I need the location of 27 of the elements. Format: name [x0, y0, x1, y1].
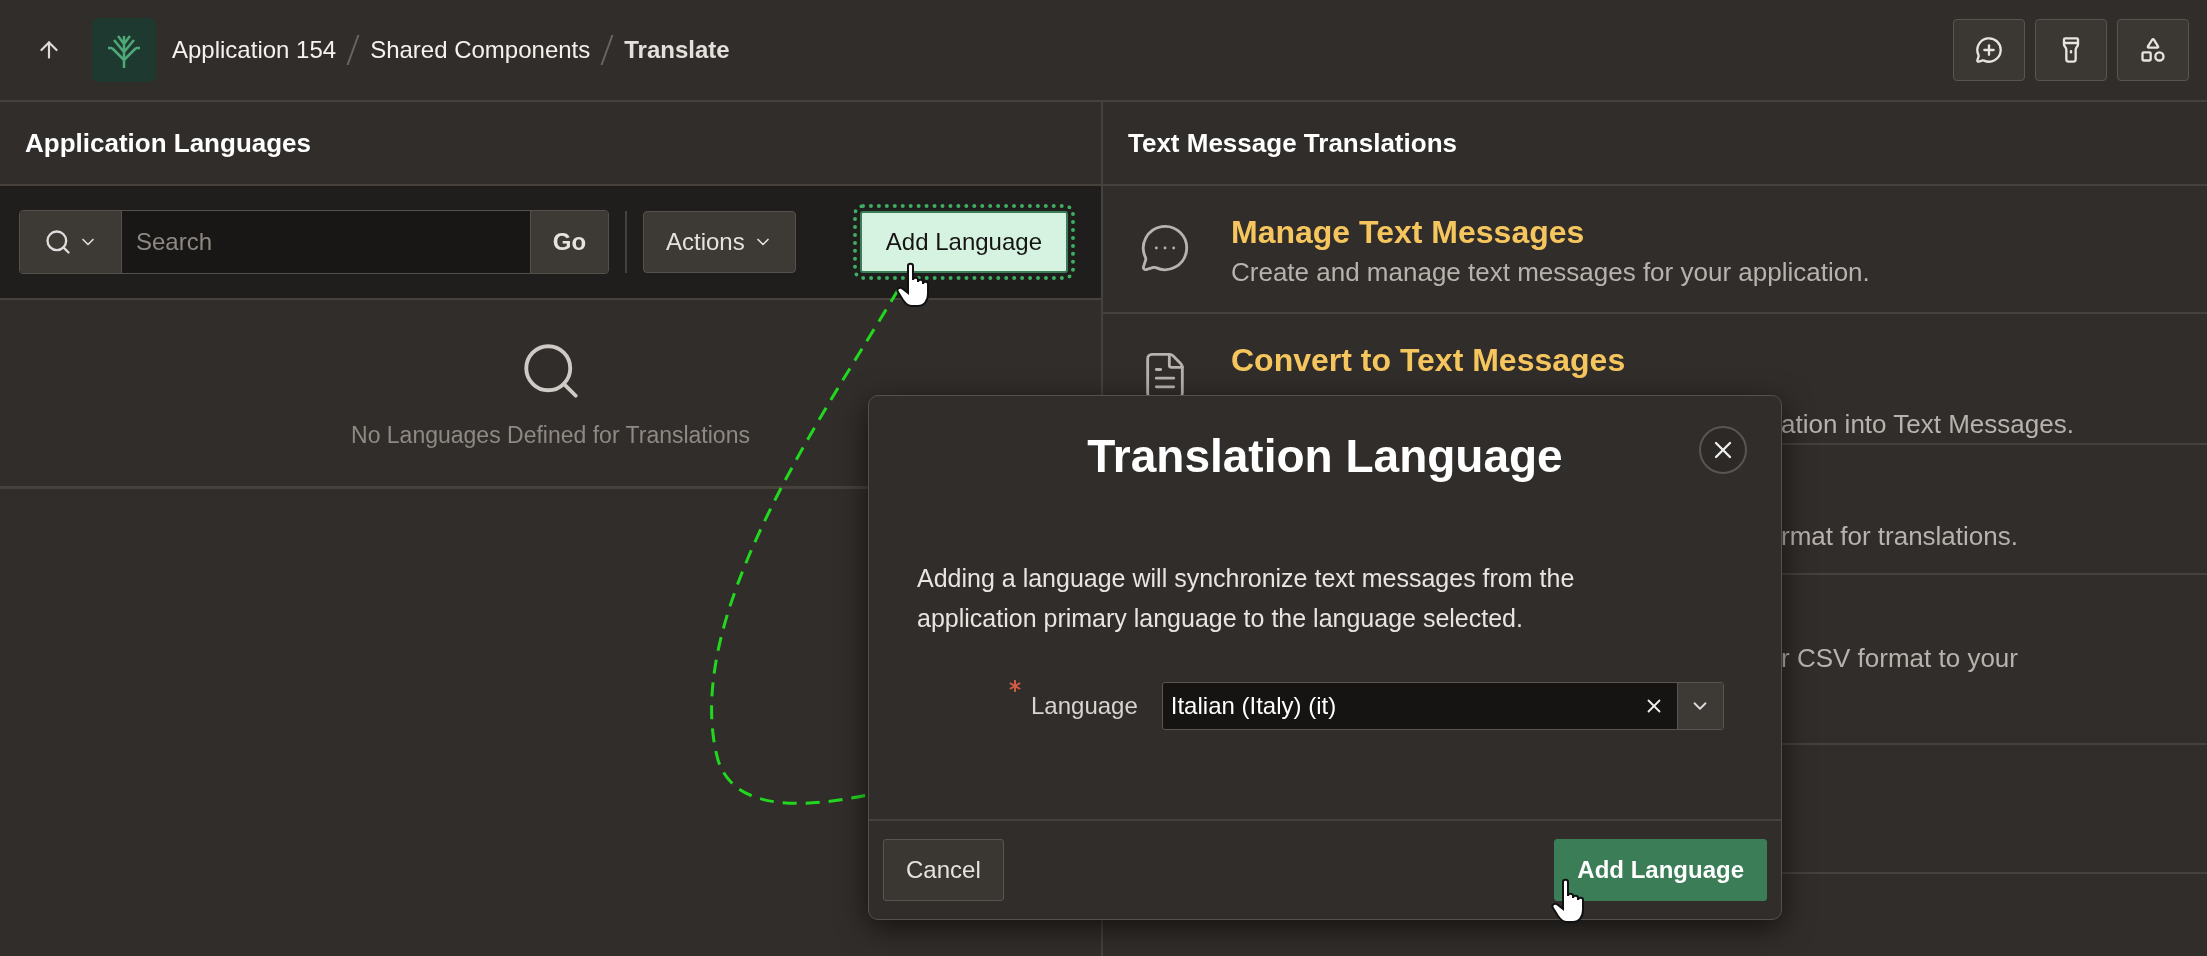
app-logo-icon[interactable] — [92, 18, 156, 82]
row-description: ation into Text Messages. — [1781, 409, 2074, 440]
add-language-button[interactable]: Add Language — [1554, 839, 1767, 901]
field-label: Language — [1031, 691, 1138, 721]
shapes-button[interactable] — [2117, 19, 2189, 81]
breadcrumb-link[interactable]: Translate — [624, 36, 730, 64]
row-description: rmat for translations. — [1781, 521, 2018, 552]
actions-button[interactable]: Actions — [643, 211, 796, 273]
row-title-link[interactable]: Convert to Text Messages — [1231, 342, 2074, 379]
row-description: r CSV format to your — [1781, 643, 2018, 674]
panel-title: Application Languages — [25, 127, 312, 159]
breadcrumb-link[interactable]: Shared Components — [370, 36, 591, 64]
row-title-link[interactable]: Manage Text Messages — [1231, 214, 1870, 251]
chat-bubble-icon — [1139, 222, 1191, 274]
close-button[interactable] — [1699, 426, 1747, 474]
language-select[interactable]: Italian (Italy) (it) — [1161, 682, 1724, 730]
breadcrumb-link[interactable]: Application 154 — [172, 36, 337, 64]
panel-title: Text Message Translations — [1128, 127, 1457, 159]
add-comment-button[interactable] — [1953, 19, 2025, 81]
flashlight-button[interactable] — [2035, 19, 2107, 81]
row-description: Create and manage text messages for your application. — [1231, 257, 1870, 288]
cancel-button[interactable]: Cancel — [883, 839, 1004, 901]
dialog-title: Translation Language — [1087, 429, 1563, 483]
empty-message: No Languages Defined for Translations — [351, 421, 750, 449]
dialog-message: Adding a language will synchronize text messages from the application primary language to the language selected. — [917, 563, 1576, 634]
shapes-icon — [2139, 36, 2167, 64]
chat-plus-icon — [1975, 36, 2003, 64]
